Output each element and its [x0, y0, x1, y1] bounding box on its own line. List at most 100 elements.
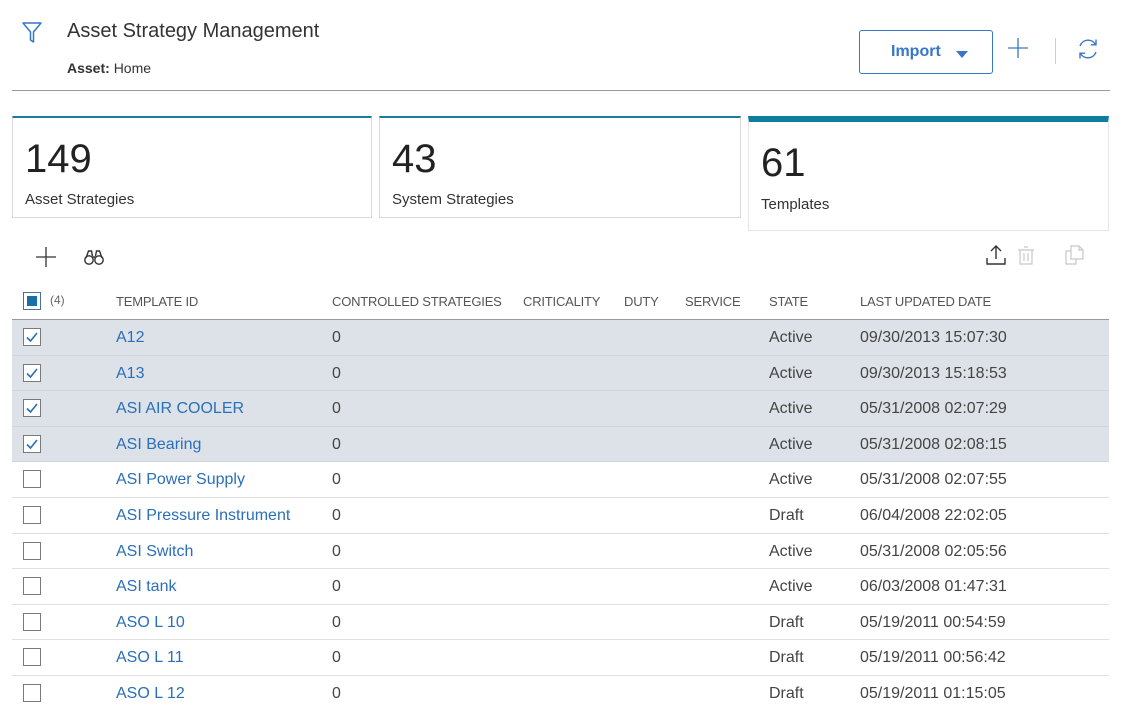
table-row[interactable]: A13 0 Active 09/30/2013 15:18:53: [12, 355, 1109, 392]
last-updated-cell: 06/04/2008 22:02:05: [860, 506, 1007, 524]
last-updated-cell: 05/19/2011 00:54:59: [860, 613, 1006, 631]
template-id-link[interactable]: ASO L 11: [116, 649, 184, 667]
refresh-icon[interactable]: [1075, 36, 1101, 62]
table-row[interactable]: ASI Bearing 0 Active 05/31/2008 02:08:15: [12, 426, 1109, 463]
page-header: Asset Strategy Management Asset: Home Im…: [0, 0, 1122, 92]
add-icon[interactable]: [34, 245, 58, 269]
asset-value: Home: [113, 60, 152, 76]
column-header-last-updated[interactable]: LAST UPDATED DATE: [860, 294, 991, 309]
last-updated-cell: 05/31/2008 02:07:55: [860, 471, 1007, 489]
card-templates[interactable]: 61 Templates: [748, 116, 1109, 231]
grid-toolbar: [12, 231, 1109, 281]
card-system-strategies[interactable]: 43 System Strategies: [379, 116, 741, 218]
card-count: 43: [392, 137, 437, 181]
state-cell: Active: [769, 364, 813, 382]
add-icon[interactable]: [1006, 36, 1030, 60]
table-row[interactable]: ASI Power Supply 0 Active 05/31/2008 02:07:…: [12, 462, 1109, 498]
column-header-state[interactable]: STATE: [769, 294, 808, 309]
binoculars-icon[interactable]: [82, 245, 106, 269]
controlled-strategies-cell: 0: [332, 364, 341, 382]
last-updated-cell: 05/19/2011 00:56:42: [860, 649, 1006, 667]
template-id-link[interactable]: ASI Switch: [116, 543, 193, 561]
last-updated-cell: 05/31/2008 02:07:29: [860, 400, 1007, 418]
column-header-service[interactable]: SERVICE: [685, 294, 741, 309]
import-button-label: Import: [891, 43, 941, 60]
templates-grid: (4) TEMPLATE ID CONTROLLED STRATEGIES CR…: [12, 284, 1109, 707]
asset-context: Asset: Home: [67, 60, 151, 76]
grid-body: A12 0 Active 09/30/2013 15:07:30 A13 0 Active 0…: [12, 320, 1109, 707]
template-id-link[interactable]: ASI tank: [116, 578, 176, 596]
template-id-link[interactable]: A12: [116, 329, 144, 347]
state-cell: Draft: [769, 684, 804, 702]
template-id-link[interactable]: ASI AIR COOLER: [116, 400, 244, 418]
card-label: System Strategies: [392, 191, 514, 208]
row-checkbox[interactable]: [23, 683, 41, 702]
last-updated-cell: 05/31/2008 02:05:56: [860, 542, 1007, 560]
row-checkbox[interactable]: [23, 541, 41, 560]
state-cell: Draft: [769, 613, 804, 631]
selected-count: (4): [50, 293, 65, 307]
table-row[interactable]: ASO L 12 0 Draft 05/19/2011 01:15:05: [12, 676, 1109, 707]
template-id-link[interactable]: ASI Power Supply: [116, 471, 245, 489]
card-count: 149: [25, 137, 92, 181]
row-checkbox[interactable]: [23, 328, 41, 346]
state-cell: Active: [769, 471, 813, 489]
partial-check-indicator: [27, 296, 37, 306]
page-title: Asset Strategy Management: [67, 20, 320, 42]
select-all-checkbox[interactable]: [23, 292, 41, 310]
controlled-strategies-cell: 0: [332, 578, 341, 596]
last-updated-cell: 06/03/2008 01:47:31: [860, 578, 1007, 596]
controlled-strategies-cell: 0: [332, 471, 341, 489]
copy-icon[interactable]: [1062, 243, 1086, 267]
controlled-strategies-cell: 0: [332, 435, 341, 453]
row-checkbox[interactable]: [23, 363, 41, 382]
template-id-link[interactable]: ASO L 10: [116, 614, 185, 632]
table-row[interactable]: ASI Switch 0 Active 05/31/2008 02:05:56: [12, 534, 1109, 570]
row-checkbox[interactable]: [23, 434, 41, 453]
last-updated-cell: 09/30/2013 15:18:53: [860, 364, 1007, 382]
state-cell: Active: [769, 578, 813, 596]
last-updated-cell: 09/30/2013 15:07:30: [860, 329, 1007, 346]
row-checkbox[interactable]: [23, 505, 41, 524]
column-header-criticality[interactable]: CRITICALITY: [523, 294, 600, 309]
template-id-link[interactable]: ASI Pressure Instrument: [116, 507, 290, 525]
template-id-link[interactable]: ASO L 12: [116, 685, 185, 703]
table-row[interactable]: ASO L 10 0 Draft 05/19/2011 00:54:59: [12, 605, 1109, 641]
template-id-link[interactable]: A13: [116, 365, 144, 383]
last-updated-cell: 05/19/2011 01:15:05: [860, 684, 1006, 702]
import-button[interactable]: Import: [859, 30, 993, 74]
table-row[interactable]: A12 0 Active 09/30/2013 15:07:30: [12, 320, 1109, 356]
last-updated-cell: 05/31/2008 02:08:15: [860, 435, 1007, 453]
table-row[interactable]: ASI AIR COOLER 0 Active 05/31/2008 02:07:29: [12, 391, 1109, 427]
table-row[interactable]: ASI tank 0 Active 06/03/2008 01:47:31: [12, 569, 1109, 605]
chevron-down-icon: [956, 51, 968, 58]
state-cell: Active: [769, 435, 813, 453]
column-header-template-id[interactable]: TEMPLATE ID: [116, 294, 198, 309]
state-cell: Draft: [769, 649, 804, 667]
template-id-link[interactable]: ASI Bearing: [116, 436, 201, 454]
row-checkbox[interactable]: [23, 577, 41, 596]
table-row[interactable]: ASI Pressure Instrument 0 Draft 06/04/2008 …: [12, 498, 1109, 534]
state-cell: Active: [769, 329, 813, 346]
controlled-strategies-cell: 0: [332, 542, 341, 560]
row-checkbox[interactable]: [23, 470, 41, 489]
controlled-strategies-cell: 0: [332, 684, 341, 702]
column-header-controlled-strategies[interactable]: CONTROLLED STRATEGIES: [332, 294, 502, 309]
column-header-duty[interactable]: DUTY: [624, 294, 659, 309]
controlled-strategies-cell: 0: [332, 506, 341, 524]
controlled-strategies-cell: 0: [332, 329, 341, 346]
export-icon[interactable]: [984, 243, 1008, 267]
controlled-strategies-cell: 0: [332, 649, 341, 667]
grid-header-row: (4) TEMPLATE ID CONTROLLED STRATEGIES CR…: [12, 284, 1109, 320]
filter-icon[interactable]: [22, 22, 42, 44]
delete-icon[interactable]: [1014, 243, 1038, 267]
table-row[interactable]: ASO L 11 0 Draft 05/19/2011 00:56:42: [12, 640, 1109, 676]
row-checkbox[interactable]: [23, 648, 41, 667]
card-asset-strategies[interactable]: 149 Asset Strategies: [12, 116, 372, 218]
row-checkbox[interactable]: [23, 399, 41, 418]
row-checkbox[interactable]: [23, 612, 41, 631]
header-separator: [1055, 38, 1056, 64]
card-count: 61: [761, 141, 806, 185]
state-cell: Draft: [769, 506, 804, 524]
state-cell: Active: [769, 400, 813, 418]
